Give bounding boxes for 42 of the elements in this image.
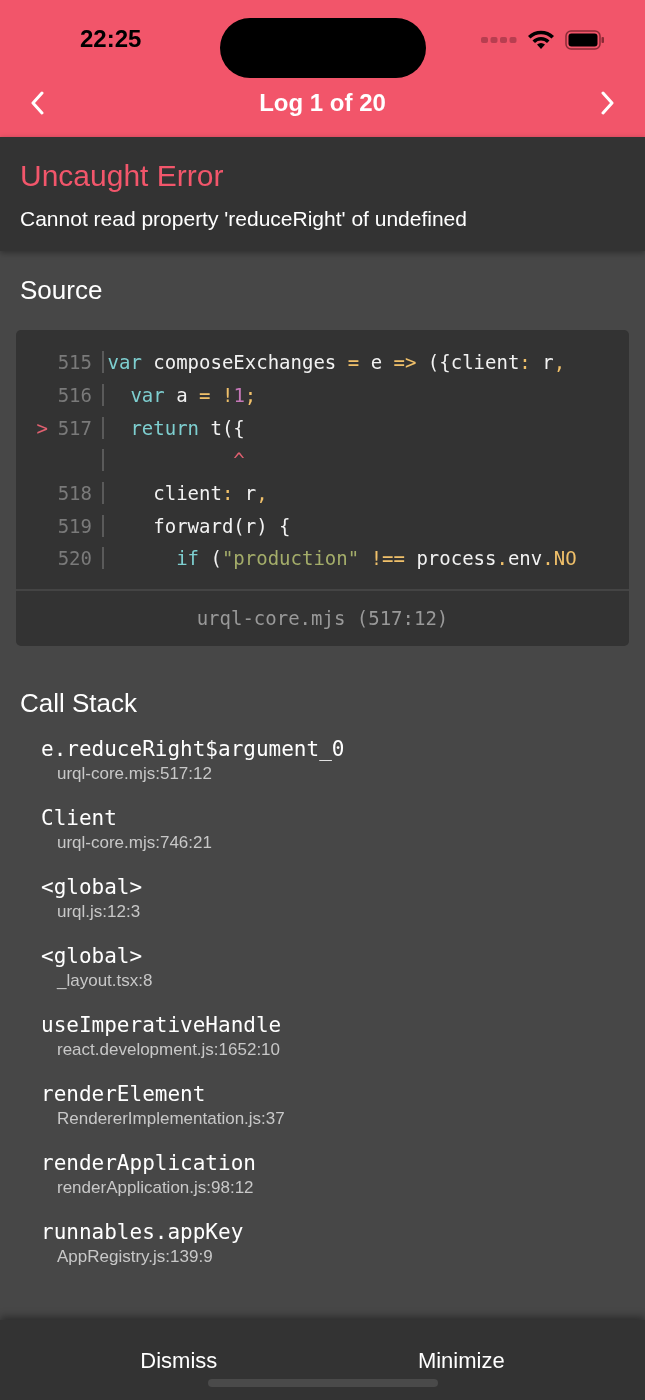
stack-frame-location: urql.js:12:3 xyxy=(56,901,141,922)
log-title: Log 1 of 20 xyxy=(259,89,386,117)
section-title: Call Stack xyxy=(19,687,139,719)
line-number: 516 xyxy=(57,384,92,407)
error-message: Cannot read property 'reduceRight' of undefined xyxy=(20,207,468,231)
line-number: 517 xyxy=(57,416,92,439)
stack-frame-function[interactable]: Client xyxy=(41,805,117,830)
error-title: Uncaught Error xyxy=(20,159,225,193)
code-line: if ("production" !== process.env.NO xyxy=(175,547,577,570)
stack-frame-location: AppRegistry.js:139:9 xyxy=(56,1246,213,1267)
stack-frame-function[interactable]: runnables.appKey xyxy=(41,1219,244,1244)
stack-frame-function[interactable]: renderElement xyxy=(41,1081,206,1106)
code-line: return t({ xyxy=(129,416,245,439)
stack-frame-location: RendererImplementation.js:37 xyxy=(56,1108,285,1129)
code-line: forward(r) { xyxy=(152,514,291,537)
line-number: 519 xyxy=(57,514,92,537)
code-line: var a = !1; xyxy=(129,384,257,407)
stack-frame-function[interactable]: renderApplication xyxy=(41,1150,256,1175)
stack-frame-location: urql-core.mjs:746:21 xyxy=(56,832,212,853)
stack-frame-location: renderApplication.js:98:12 xyxy=(56,1177,254,1198)
code-line: client: r, xyxy=(152,482,268,505)
battery-icon xyxy=(565,30,605,50)
wifi-icon xyxy=(527,30,555,50)
section-title: Source xyxy=(19,275,104,306)
current-line-marker: > xyxy=(36,416,48,439)
stack-frame-location: _layout.tsx:8 xyxy=(55,970,153,991)
footer-button[interactable]: Minimize xyxy=(407,1348,515,1374)
status-time: 22:25 xyxy=(80,25,143,53)
line-number: 518 xyxy=(57,482,92,505)
source-file-location: urql-core.mjs (517:12) xyxy=(16,588,629,646)
code-line: ^ xyxy=(232,449,245,472)
stack-frame-location: react.development.js:1652:10 xyxy=(56,1039,281,1060)
code-line: var composeExchanges = e => ({client: r, xyxy=(107,351,566,374)
stack-frame-location: urql-core.mjs:517:12 xyxy=(56,763,212,784)
footer-button[interactable]: Dismiss xyxy=(130,1348,228,1374)
stack-frame-function[interactable]: useImperativeHandle xyxy=(41,1012,282,1037)
stack-frame-function[interactable]: e.reduceRight$argument_0 xyxy=(41,736,345,761)
line-number: 515 xyxy=(57,351,92,374)
stack-frame-function[interactable]: <global> xyxy=(41,874,143,899)
stack-frame-function[interactable]: <global> xyxy=(41,943,143,968)
signal-icon xyxy=(481,36,517,44)
line-number: 520 xyxy=(57,547,92,570)
